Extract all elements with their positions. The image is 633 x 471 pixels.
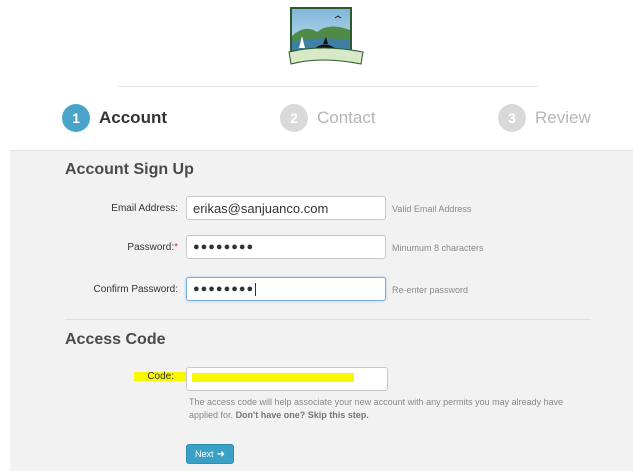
access-code-help: The access code will help associate your… (189, 396, 589, 422)
step-contact: 2 Contact (280, 102, 376, 134)
password-label-text: Password: (127, 242, 175, 253)
step-number: 1 (62, 104, 90, 132)
step-number: 2 (280, 104, 308, 132)
account-signup-heading: Account Sign Up (65, 161, 194, 178)
password-hint: Minumum 8 characters (392, 243, 484, 253)
arrow-right-icon: ➜ (216, 448, 225, 460)
email-hint: Valid Email Address (392, 204, 472, 214)
header-divider (118, 86, 538, 87)
signup-panel: Account Sign Up Email Address: erikas@sa… (10, 150, 633, 471)
skip-step-text: Don't have one? Skip this step. (235, 410, 369, 420)
required-mark: * (174, 242, 178, 253)
county-logo (287, 6, 367, 70)
step-label: Contact (317, 108, 376, 127)
confirm-password-value: ●●●●●●●● (193, 283, 255, 295)
step-account: 1 Account (62, 102, 167, 134)
access-code-heading: Access Code (65, 331, 166, 348)
password-value: ●●●●●●●● (193, 241, 255, 253)
confirm-password-field[interactable]: ●●●●●●●● (186, 277, 386, 301)
section-divider (65, 319, 591, 320)
code-label: Code: (147, 371, 174, 382)
confirm-password-label: Confirm Password: (93, 284, 178, 295)
next-label: Next (195, 449, 214, 459)
confirm-password-hint: Re-enter password (392, 285, 469, 295)
email-label: Email Address: (111, 203, 178, 214)
email-field[interactable]: erikas@sanjuanco.com (186, 196, 386, 220)
step-number: 3 (498, 104, 526, 132)
next-button[interactable]: Next ➜ (186, 444, 234, 464)
code-input-highlight (192, 373, 354, 382)
step-label: Account (99, 108, 167, 127)
password-field[interactable]: ●●●●●●●● (186, 235, 386, 259)
email-value: erikas@sanjuanco.com (193, 200, 329, 216)
step-review: 3 Review (498, 102, 591, 134)
text-caret (255, 282, 257, 296)
password-label: Password:* (10, 242, 178, 253)
step-label: Review (535, 108, 591, 127)
